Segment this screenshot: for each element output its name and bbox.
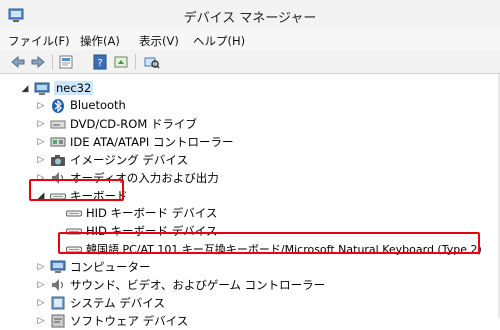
tree-item-label: コンピューター (70, 260, 151, 274)
ide-controller-icon (50, 137, 66, 147)
tree-item-system-devices[interactable]: ▷ システム デバイス (36, 294, 216, 312)
tree-item-hid-keyboard[interactable]: HID キーボード デバイス (66, 204, 266, 222)
tree-item-label: システム デバイス (70, 296, 165, 310)
tree-item-label: ソフトウェア デバイス (70, 314, 189, 328)
tree-item-label: イメージング デバイス (70, 153, 189, 167)
forward-arrow-icon[interactable] (30, 54, 46, 70)
tree-item-software-devices[interactable]: ▷ ソフトウェア デバイス (36, 312, 216, 330)
korean-keyboard-highlight-box (58, 232, 480, 254)
properties-icon[interactable] (58, 54, 74, 70)
tree-item-label: サウンド、ビデオ、およびゲーム コントローラー (70, 278, 326, 292)
expand-arrow-icon[interactable]: ▷ (36, 315, 46, 327)
expand-arrow-icon[interactable]: ▷ (36, 279, 46, 291)
tree-root-label: nec32 (54, 81, 94, 95)
device-tree: ◢ nec32 ▷ Bluetooth ▷ DVD/CD-ROM ドライブ ▷ (0, 74, 500, 328)
bluetooth-icon (52, 99, 64, 113)
help-icon[interactable]: ? (92, 54, 108, 70)
tree-item-imaging[interactable]: ▷ イメージング デバイス (36, 151, 236, 169)
expand-arrow-icon[interactable]: ▷ (36, 100, 46, 112)
svg-text:?: ? (97, 58, 102, 69)
tree-item-ide[interactable]: ▷ IDE ATA/ATAPI コントローラー (36, 133, 296, 151)
system-device-icon (51, 296, 65, 310)
collapse-arrow-icon[interactable]: ◢ (20, 83, 30, 95)
keyboard-highlight-box (29, 179, 124, 201)
update-icon[interactable] (113, 54, 129, 70)
keyboard-icon (66, 210, 82, 217)
computer-icon (34, 82, 50, 95)
tree-root[interactable]: ◢ nec32 (20, 80, 140, 98)
title-bar: デバイス マネージャー (0, 0, 500, 30)
back-arrow-icon[interactable] (10, 54, 26, 70)
toolbar: ? (0, 50, 500, 74)
tree-item-label: HID キーボード デバイス (86, 206, 218, 220)
tree-item-sound[interactable]: ▷ サウンド、ビデオ、およびゲーム コントローラー (36, 276, 336, 294)
toolbar-separator (52, 54, 53, 70)
tree-item-label: IDE ATA/ATAPI コントローラー (70, 135, 234, 149)
menu-bar: ファイル(F) 操作(A) 表示(V) ヘルプ(H) (0, 30, 500, 50)
tree-item-dvd[interactable]: ▷ DVD/CD-ROM ドライブ (36, 115, 256, 133)
expand-arrow-icon[interactable]: ▷ (36, 297, 46, 309)
computer-icon (50, 260, 66, 273)
tree-item-label: Bluetooth (70, 98, 126, 112)
menu-action[interactable]: 操作(A) (80, 33, 120, 49)
expand-arrow-icon[interactable]: ▷ (36, 136, 46, 148)
tree-item-label: DVD/CD-ROM ドライブ (70, 117, 197, 131)
menu-file[interactable]: ファイル(F) (8, 33, 70, 49)
expand-arrow-icon[interactable]: ▷ (36, 261, 46, 273)
dvd-drive-icon (50, 120, 66, 129)
tree-item-bluetooth[interactable]: ▷ Bluetooth (36, 97, 236, 115)
expand-arrow-icon[interactable]: ▷ (36, 154, 46, 166)
menu-help[interactable]: ヘルプ(H) (193, 33, 245, 49)
tree-item-computer[interactable]: ▷ コンピューター (36, 258, 196, 276)
toolbar-separator (135, 54, 136, 70)
sound-icon (52, 279, 63, 291)
expand-arrow-icon[interactable]: ▷ (36, 118, 46, 130)
window-title: デバイス マネージャー (183, 11, 317, 26)
camera-icon (51, 155, 65, 166)
scan-hardware-icon[interactable] (144, 54, 160, 70)
menu-view[interactable]: 表示(V) (139, 33, 179, 49)
software-device-icon (51, 314, 65, 328)
